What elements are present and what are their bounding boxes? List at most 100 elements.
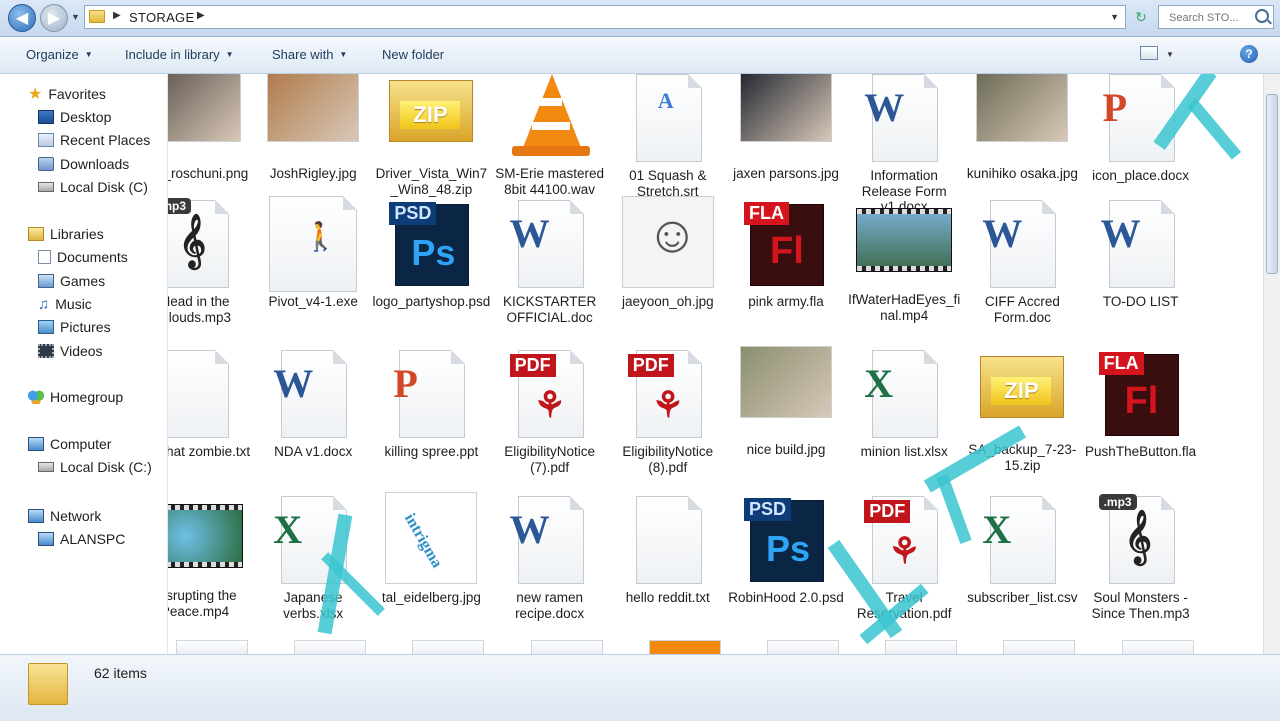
scroll-thumb[interactable] <box>1266 94 1278 274</box>
sidebar-label: Music <box>55 296 92 312</box>
file-item-ifwaterhadeyes-final-mp4[interactable]: IfWaterHadEyes_final.mp4 <box>845 196 963 323</box>
file-name: icon_place.docx <box>1092 168 1189 183</box>
address-dropdown-icon[interactable]: ▼ <box>1110 12 1119 22</box>
file-item-kunihiko-osaka-jpg[interactable]: kunihiko osaka.jpg <box>963 74 1081 182</box>
sidebar-item-videos[interactable]: Videos <box>38 341 103 361</box>
file-item-tal-eidelberg-jpg[interactable]: intrigma tal_eidelberg.jpg <box>372 492 490 606</box>
file-item-soul-monsters-since-then-mp3[interactable]: .mp3 𝄞 Soul Monsters - Since Then.mp3 <box>1082 492 1200 621</box>
address-bar[interactable]: ▶ STORAGE ▶ ▼ <box>84 5 1126 29</box>
sidebar-item-local-disk[interactable]: Local Disk (C) <box>38 177 148 197</box>
file-item-to-do-list[interactable]: W TO-DO LIST <box>1082 196 1200 310</box>
sidebar-item-computer[interactable]: Computer <box>28 434 111 454</box>
file-item-information-release-form-v1-docx[interactable]: W Information Release Form v1.docx <box>845 74 963 215</box>
file-item-eligibilitynotice-8-pdf[interactable]: PDF ⚘ EligibilityNotice (8).pdf <box>609 346 727 475</box>
refresh-button[interactable]: ↻ <box>1128 6 1154 28</box>
file-item-get-that-zombie-txt[interactable]: get that zombie.txt <box>168 346 254 460</box>
file-item-jaxen-parsons-jpg[interactable]: jaxen parsons.jpg <box>727 74 845 182</box>
file-item-subscriber-list-csv[interactable]: Xsubscriber_list.csv <box>963 492 1081 606</box>
file-item-01-squash-stretch-srt[interactable]: A 01 Squash & Stretch.srt <box>609 74 727 199</box>
file-item-eric-roschuni-png[interactable]: eric_roschuni.png <box>168 74 254 182</box>
file-item-japanese-verbs-xlsx[interactable]: X Japanese verbs.xlsx <box>254 492 372 621</box>
sidebar-item-libraries[interactable]: Libraries <box>28 224 104 244</box>
search-input[interactable] <box>1167 7 1255 29</box>
zip-box-icon: ZIP <box>980 356 1065 418</box>
breadcrumb-separator-icon[interactable]: ▶ <box>197 10 205 21</box>
share-with-menu[interactable]: Share with ▼ <box>272 47 347 62</box>
file-item-logo-partyshop-psd[interactable]: PSD Ps logo_partyshop.psd <box>372 196 490 310</box>
search-icon[interactable] <box>1255 9 1269 23</box>
sidebar-item-favorites[interactable]: ★ Favorites <box>28 84 106 104</box>
next-row-icon-peek <box>294 640 367 654</box>
next-row-icon-peek <box>767 640 839 654</box>
breadcrumb-separator-icon[interactable]: ▶ <box>113 10 121 21</box>
file-item-pivot-v4-1-exe[interactable]: 🚶 Pivot_v4-1.exe <box>254 196 372 310</box>
sidebar-item-documents[interactable]: Documents <box>38 247 128 267</box>
organize-menu[interactable]: Organize ▼ <box>26 47 93 62</box>
sidebar-item-homegroup[interactable]: Homegroup <box>28 387 123 407</box>
treble-clef-icon: 𝄞 <box>179 215 207 266</box>
file-item-driver-vista-win7-win8-48-zip[interactable]: ZIP Driver_Vista_Win7_Win8_48.zip <box>372 74 490 197</box>
photo-thumbnail <box>740 346 832 418</box>
file-item-nda-v1-docx[interactable]: W NDA v1.docx <box>254 346 372 460</box>
item-count: 62 items <box>94 665 147 681</box>
file-name: eric_roschuni.png <box>168 166 249 181</box>
sidebar-label: Videos <box>60 343 103 359</box>
file-item-nice-build-jpg[interactable]: nice build.jpg <box>727 346 845 458</box>
help-button[interactable]: ? <box>1240 45 1258 63</box>
word-logo-icon: W <box>509 507 550 552</box>
file-item-joshrigley-jpg[interactable]: JoshRigley.jpg <box>254 74 372 182</box>
recent-pages-dropdown[interactable]: ▼ <box>71 12 80 22</box>
file-item-killing-spree-ppt[interactable]: Pkilling spree.ppt <box>372 346 490 460</box>
file-item-head-in-the-clouds-mp3[interactable]: .mp3𝄞Head in the Clouds.mp3 <box>168 196 254 325</box>
file-item-pink-army-fla[interactable]: FLA Fl pink army.fla <box>727 196 845 310</box>
file-item-kickstarter-official-doc[interactable]: W KICKSTARTER OFFICIAL.doc <box>491 196 609 325</box>
sidebar-item-network[interactable]: Network <box>28 506 101 526</box>
back-button[interactable]: ◀ <box>8 4 36 32</box>
file-item-pushthebutton-fla[interactable]: FLA Fl PushTheButton.fla <box>1082 346 1200 460</box>
sidebar-label: ALANSPC <box>60 531 126 547</box>
folder-icon <box>89 10 105 23</box>
file-name: PushTheButton.fla <box>1085 444 1197 459</box>
photo-thumbnail <box>740 74 832 142</box>
file-grid: eric_roschuni.png JoshRigley.jpg ZIP Driver… <box>168 74 1262 654</box>
view-options-dropdown[interactable]: ▼ <box>1166 50 1174 59</box>
word-file-icon: W <box>500 196 600 292</box>
file-name: EligibilityNotice (8).pdf <box>622 444 714 475</box>
ps-letter: Ps <box>766 528 811 569</box>
sidebar-item-downloads[interactable]: Downloads <box>38 154 129 174</box>
fla-badge: FLA <box>744 202 789 225</box>
sidebar-label: Documents <box>57 249 128 265</box>
new-folder-button[interactable]: New folder <box>382 47 444 62</box>
vlc-file-icon <box>500 74 600 156</box>
forward-button[interactable]: ▶ <box>40 4 68 32</box>
file-item-minion-list-xlsx[interactable]: Xminion list.xlsx <box>845 346 963 460</box>
include-in-library-menu[interactable]: Include in library ▼ <box>125 47 234 62</box>
file-name: Head in the Clouds.mp3 <box>168 294 232 325</box>
file-item-sm-erie-mastered-8bit-44100-wav[interactable]: SM-Erie mastered 8bit 44100.wav <box>491 74 609 197</box>
sidebar-item-games[interactable]: Games <box>38 271 105 291</box>
video-film-icon <box>38 344 54 358</box>
photo-thumbnail <box>976 74 1069 142</box>
sidebar-item-alanspc[interactable]: ALANSPC <box>38 529 125 549</box>
file-item-eligibilitynotice-7-pdf[interactable]: PDF ⚘ EligibilityNotice (7).pdf <box>491 346 609 475</box>
file-item-new-ramen-recipe-docx[interactable]: Wnew ramen recipe.docx <box>491 492 609 621</box>
sidebar-item-desktop[interactable]: Desktop <box>38 107 111 127</box>
breadcrumb-storage[interactable]: STORAGE <box>129 10 194 25</box>
sidebar-item-local-disk-c[interactable]: Local Disk (C:) <box>38 457 152 477</box>
sidebar-item-pictures[interactable]: Pictures <box>38 317 111 337</box>
file-item-disrupting-the-peace-mp4[interactable]: Disrupting the Peace.mp4 <box>168 492 254 619</box>
search-box[interactable] <box>1158 5 1274 29</box>
navigation-pane: ★ Favorites Desktop Recent Places Downloa… <box>0 74 168 654</box>
next-row-icon-peek <box>885 640 958 654</box>
sidebar-item-recent-places[interactable]: Recent Places <box>38 130 150 150</box>
vertical-scrollbar[interactable] <box>1263 74 1280 654</box>
change-view-button[interactable] <box>1140 46 1158 60</box>
file-name: IfWaterHadEyes_final.mp4 <box>848 292 961 323</box>
sidebar-item-music[interactable]: ♫ Music <box>38 294 92 314</box>
file-item-ciff-accred-form-doc[interactable]: W CIFF Accred Form.doc <box>963 196 1081 325</box>
word-file-icon: W <box>1091 196 1191 292</box>
file-item-hello-reddit-txt[interactable]: hello reddit.txt <box>609 492 727 606</box>
file-item-jaeyoon-oh-jpg[interactable]: ☺ jaeyoon_oh.jpg <box>609 196 727 310</box>
file-item-icon-place-docx[interactable]: Picon_place.docx <box>1082 74 1200 184</box>
file-name: EligibilityNotice (7).pdf <box>504 444 595 475</box>
